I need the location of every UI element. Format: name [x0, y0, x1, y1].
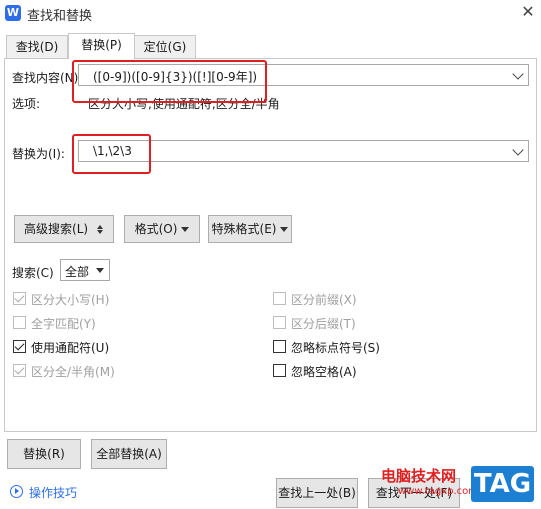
special-format-button[interactable]: 特殊格式(E) — [208, 215, 292, 243]
window-title: 查找和替换 — [27, 9, 93, 24]
title-bar: W 查找和替换 ✕ — [0, 0, 541, 26]
replace-input-value: \1,\2\3 — [93, 144, 132, 158]
match-case-checkbox[interactable] — [13, 292, 26, 305]
format-label: 格式(O) — [134, 222, 178, 236]
search-scope-value: 全部 — [65, 265, 90, 279]
prefix-label: 区分前缀(X) — [291, 293, 357, 307]
wps-writer-icon: W — [5, 5, 21, 21]
options-label: 选项: — [12, 97, 41, 111]
prefix-checkbox[interactable] — [273, 292, 286, 305]
whole-word-label: 全字匹配(Y) — [31, 317, 96, 331]
wildcards-checkbox[interactable] — [13, 340, 26, 353]
play-circle-icon[interactable] — [10, 485, 23, 498]
tab-find[interactable]: 查找(D) — [6, 35, 68, 58]
watermark-site-name: 电脑技术网 — [381, 467, 457, 485]
ignore-punct-label: 忽略标点符号(S) — [291, 341, 380, 355]
find-label: 查找内容(N): — [12, 71, 83, 85]
advanced-search-button[interactable]: 高级搜索(L) — [14, 215, 114, 243]
width-checkbox[interactable] — [13, 364, 26, 377]
chevron-down-icon[interactable] — [512, 144, 524, 156]
tab-replace[interactable]: 替换(P) — [68, 33, 135, 59]
close-icon[interactable]: ✕ — [519, 3, 537, 21]
ignore-space-label: 忽略空格(A) — [291, 365, 357, 379]
advanced-search-label: 高级搜索(L) — [24, 222, 89, 236]
options-value: 区分大小写,使用通配符,区分全/半角 — [88, 97, 280, 111]
watermark-tag-logo: TAG — [471, 466, 534, 502]
replace-all-button[interactable]: 全部替换(A) — [91, 439, 167, 469]
special-format-label: 特殊格式(E) — [211, 222, 277, 236]
search-scope-label: 搜索(C) — [12, 266, 54, 280]
find-input[interactable]: ([0-9])([0-9]{3})([!][0-9年]) — [78, 64, 529, 86]
collapse-icon — [96, 224, 104, 235]
wildcards-label: 使用通配符(U) — [31, 341, 110, 355]
chevron-down-icon[interactable] — [512, 68, 524, 80]
tab-strip: 查找(D) 替换(P) 定位(G) — [0, 33, 541, 59]
chevron-down-icon — [96, 268, 104, 273]
tab-goto[interactable]: 定位(G) — [134, 35, 196, 58]
whole-word-checkbox[interactable] — [13, 316, 26, 329]
width-label: 区分全/半角(M) — [31, 365, 115, 379]
ignore-punct-checkbox[interactable] — [273, 340, 286, 353]
format-button[interactable]: 格式(O) — [124, 215, 200, 243]
ignore-space-checkbox[interactable] — [273, 364, 286, 377]
search-scope-select[interactable]: 全部 — [60, 259, 110, 281]
match-case-label: 区分大小写(H) — [31, 293, 110, 307]
suffix-label: 区分后缀(T) — [291, 317, 356, 331]
find-previous-button[interactable]: 查找上一处(B) — [276, 478, 358, 508]
suffix-checkbox[interactable] — [273, 316, 286, 329]
chevron-down-icon — [181, 227, 190, 232]
chevron-down-icon — [280, 227, 289, 232]
find-input-value: ([0-9])([0-9]{3})([!][0-9年]) — [93, 70, 258, 84]
replace-input[interactable]: \1,\2\3 — [78, 140, 529, 162]
replace-label: 替换为(I): — [12, 147, 65, 161]
replace-button[interactable]: 替换(R) — [7, 439, 81, 469]
watermark-url: www.tagxp.com — [398, 486, 478, 497]
tips-link[interactable]: 操作技巧 — [29, 484, 77, 501]
